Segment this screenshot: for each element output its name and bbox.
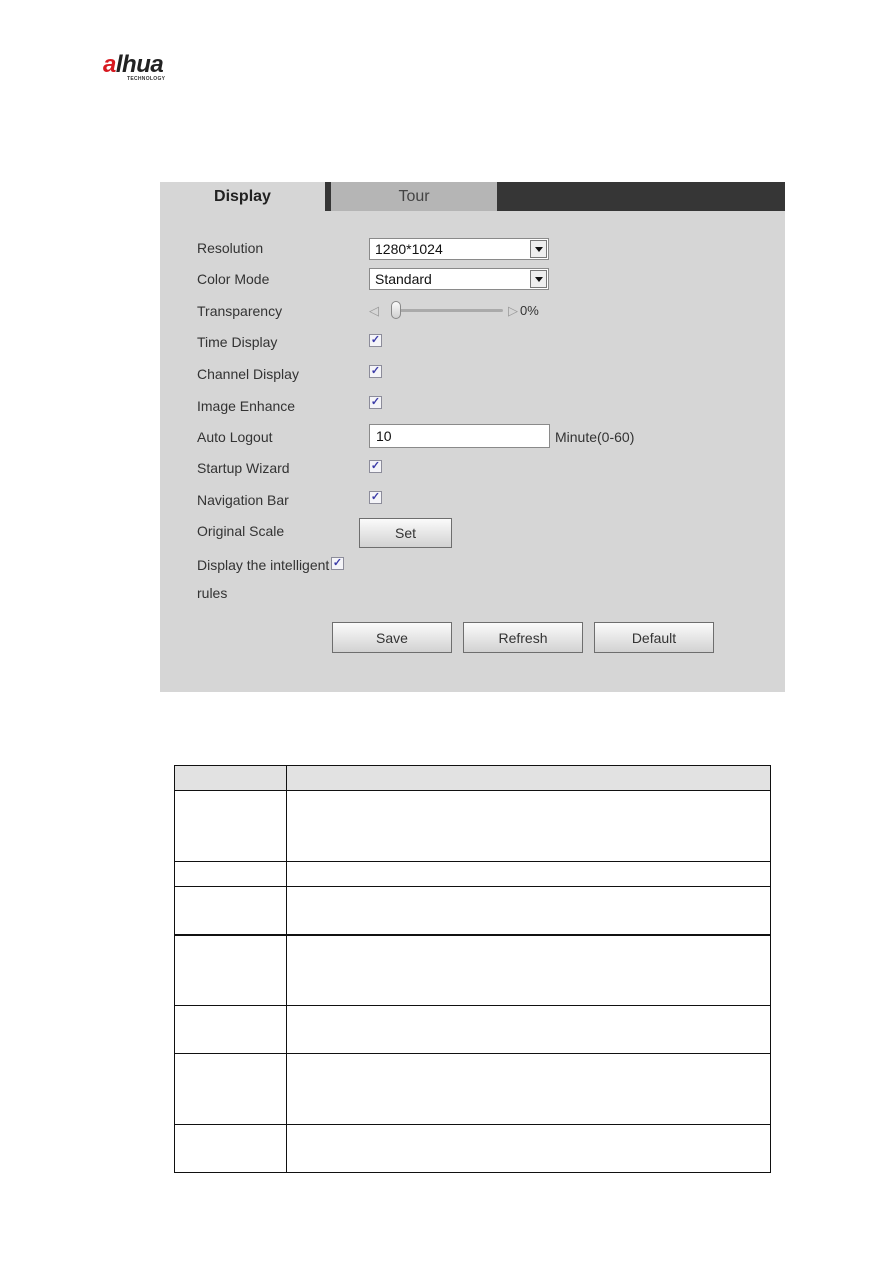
auto-logout-unit: Minute(0-60) [555,429,635,445]
intelligent-rules-checkbox[interactable]: ✓ [331,557,344,570]
logo-wordmark: alhua [103,51,164,78]
intelligent-rules-label-line1: Display the intelligent [197,557,330,573]
navigation-bar-label: Navigation Bar [197,492,289,508]
time-display-checkbox[interactable]: ✓ [369,334,382,347]
table-row [174,1053,771,1125]
slider-track[interactable] [397,309,503,312]
channel-display-label: Channel Display [197,366,299,382]
color-mode-value: Standard [375,271,432,287]
table-row [174,1005,771,1054]
time-display-label: Time Display [197,334,278,350]
refresh-button[interactable]: Refresh [463,622,583,653]
color-mode-select[interactable]: Standard [369,268,549,290]
table-cell [174,790,287,862]
transparency-label: Transparency [197,303,283,319]
channel-display-checkbox[interactable]: ✓ [369,365,382,378]
chevron-down-icon[interactable] [530,270,547,288]
checkmark-icon: ✓ [370,491,381,503]
slider-thumb[interactable] [391,301,401,319]
chevron-down-icon[interactable] [530,240,547,258]
table-cell [286,886,771,935]
startup-wizard-label: Startup Wizard [197,460,290,476]
table-header-cell [174,765,287,791]
table-row [174,886,771,935]
table-row [174,1124,771,1173]
table-cell [286,1053,771,1125]
default-button[interactable]: Default [594,622,714,653]
table-cell [286,861,771,887]
tab-tour[interactable]: Tour [331,182,497,211]
transparency-slider[interactable]: ◁ ▷ 0% [369,300,549,320]
checkmark-icon: ✓ [332,557,343,569]
dahua-logo: alhua TECHNOLOGY [103,51,193,83]
resolution-select[interactable]: 1280*1024 [369,238,549,260]
intelligent-rules-label-line2: rules [197,585,228,601]
resolution-label: Resolution [197,240,264,256]
table-cell [174,861,287,887]
decrease-arrow-icon[interactable]: ◁ [369,303,379,319]
tab-display[interactable]: Display [160,182,325,211]
color-mode-label: Color Mode [197,271,270,287]
transparency-value: 0% [520,303,539,318]
table-header-cell [286,765,771,791]
image-enhance-label: Image Enhance [197,398,296,414]
table-cell [286,1005,771,1054]
image-enhance-checkbox[interactable]: ✓ [369,396,382,409]
table-cell [174,1124,287,1173]
table-header-row [174,765,771,791]
table-cell [174,1005,287,1054]
save-button[interactable]: Save [332,622,452,653]
auto-logout-input[interactable] [369,424,550,448]
table-row [174,861,771,887]
increase-arrow-icon[interactable]: ▷ [508,303,518,319]
table-row [174,790,771,862]
table-cell [174,886,287,935]
table-row [174,934,771,1006]
checkmark-icon: ✓ [370,396,381,408]
tab-bar: Display Tour [160,182,785,211]
checkmark-icon: ✓ [370,460,381,472]
table-cell [286,790,771,862]
auto-logout-label: Auto Logout [197,429,273,445]
checkmark-icon: ✓ [370,334,381,346]
table-cell [286,1124,771,1173]
original-scale-set-button[interactable]: Set [359,518,452,548]
resolution-value: 1280*1024 [375,241,443,257]
display-settings-panel: Display Tour Resolution 1280*1024 Color … [160,182,785,692]
checkmark-icon: ✓ [370,365,381,377]
startup-wizard-checkbox[interactable]: ✓ [369,460,382,473]
table-cell [286,934,771,1006]
navigation-bar-checkbox[interactable]: ✓ [369,491,382,504]
table-cell [174,934,287,1006]
original-scale-label: Original Scale [197,523,285,539]
logo-tagline: TECHNOLOGY [127,76,166,82]
parameter-table [174,765,771,1173]
table-cell [174,1053,287,1125]
